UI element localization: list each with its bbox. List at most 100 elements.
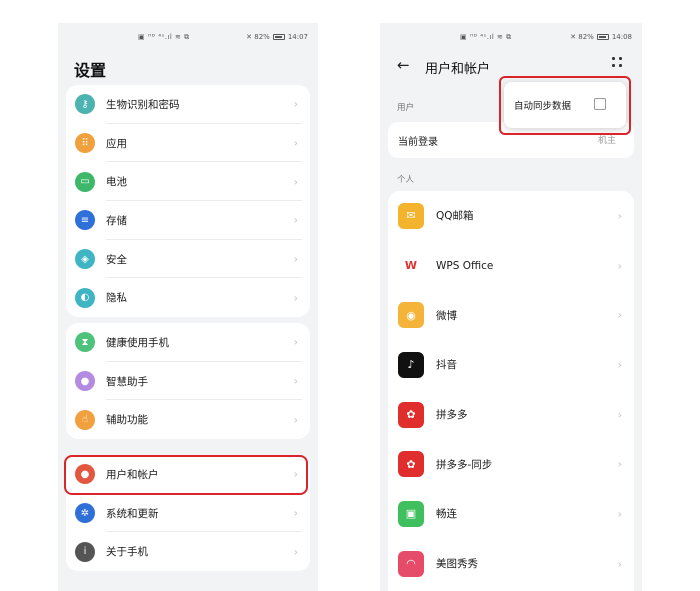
chevron-right-icon: › <box>617 507 622 521</box>
account-item[interactable]: ◉ 微博 › <box>388 290 634 340</box>
section-label-personal: 个人 <box>397 175 415 185</box>
settings-item-label: 应用 <box>106 137 127 150</box>
settings-item-label: 安全 <box>106 253 127 266</box>
settings-item[interactable]: ◈ 安全 › <box>66 240 310 279</box>
account-item[interactable]: ◠ 美图秀秀 › <box>388 539 634 589</box>
battery-percent: ✕ 82% <box>570 33 594 41</box>
account-item[interactable]: W WPS Office › <box>388 241 634 291</box>
settings-item-label: 辅助功能 <box>106 414 148 427</box>
chevron-right-icon: › <box>617 408 622 422</box>
account-item-label: 美图秀秀 <box>436 558 478 571</box>
settings-item-label: 生物识别和密码 <box>106 98 180 111</box>
chevron-right-icon: › <box>293 545 298 559</box>
page-title: 用户和帐户 <box>425 62 491 77</box>
weibo-icon: ◉ <box>398 302 424 329</box>
chevron-right-icon: › <box>617 358 622 372</box>
hand-icon: ☝ <box>75 409 95 430</box>
pinduoduo-sync-icon: ✿ <box>398 451 424 478</box>
status-bar: ▣ ᴴᴰ ⁴ˢ.ıl ≋ ⧉ ✕ 82% 14:08 <box>380 32 642 44</box>
apps-grid-icon: ⠿ <box>75 133 95 154</box>
section-label-user: 用户 <box>397 103 415 113</box>
back-arrow-icon[interactable]: ← <box>397 56 410 74</box>
hourglass-icon: ⧗ <box>75 332 95 353</box>
chevron-right-icon: › <box>293 506 298 520</box>
chevron-right-icon: › <box>617 209 622 223</box>
chevron-right-icon: › <box>293 136 298 150</box>
account-item-label: 拼多多-同步 <box>436 458 493 471</box>
account-item[interactable]: ♪ 抖音 › <box>388 340 634 390</box>
highlight-box-auto-sync <box>499 76 631 135</box>
qq-mail-icon: ✉ <box>398 202 424 229</box>
settings-item-label: 电池 <box>106 176 127 189</box>
settings-item-label: 存储 <box>106 214 127 227</box>
settings-item-label: 关于手机 <box>106 546 148 559</box>
assistant-orb-icon: ● <box>75 371 95 392</box>
highlight-box-users-accounts <box>64 455 308 495</box>
account-item-label: 畅连 <box>436 508 457 521</box>
chevron-right-icon: › <box>293 213 298 227</box>
account-item-label: WPS Office <box>436 259 494 272</box>
shield-icon: ◈ <box>75 249 95 270</box>
account-item[interactable]: ▣ 畅连 › <box>388 489 634 539</box>
wps-office-icon: W <box>398 252 424 279</box>
account-item-label: 微博 <box>436 309 457 322</box>
douyin-icon: ♪ <box>398 351 424 378</box>
current-login-label: 当前登录 <box>398 137 438 148</box>
chevron-right-icon: › <box>617 259 622 273</box>
settings-screen: ▣ ᴴᴰ ⁴ˢ.ıl ≋ ⧉ ✕ 82% 14:07 设置 ⚷ 生物识别和密码 › ⠿… <box>58 23 318 591</box>
chevron-right-icon: › <box>293 291 298 305</box>
settings-item[interactable]: ▭ 电池 › <box>66 162 310 202</box>
account-item[interactable]: ✿ 拼多多-同步 › <box>388 439 634 489</box>
settings-item[interactable]: ⚷ 生物识别和密码 › <box>66 85 310 124</box>
battery-time: ✕ 82% 14:07 <box>246 33 308 41</box>
settings-group-2: ⧗ 健康使用手机 › ● 智慧助手 › ☝ 辅助功能 › <box>66 323 310 440</box>
chevron-right-icon: › <box>617 457 622 471</box>
settings-item[interactable]: ● 智慧助手 › <box>66 362 310 401</box>
chevron-right-icon: › <box>293 335 298 349</box>
account-item[interactable]: ✉ QQ邮箱 › <box>388 191 634 241</box>
settings-item-label: 智慧助手 <box>106 375 148 388</box>
account-item[interactable]: ✿ 拼多多 › <box>388 390 634 440</box>
chevron-right-icon: › <box>293 252 298 266</box>
more-options-icon[interactable] <box>612 57 622 67</box>
chevron-right-icon: › <box>617 557 622 571</box>
chevron-right-icon: › <box>293 413 298 427</box>
account-item-label: QQ邮箱 <box>436 210 474 223</box>
chevron-right-icon: › <box>617 308 622 322</box>
account-item-label: 拼多多 <box>436 409 468 422</box>
key-icon: ⚷ <box>75 94 95 115</box>
status-time: 14:07 <box>287 33 308 41</box>
status-bar: ▣ ᴴᴰ ⁴ˢ.ıl ≋ ⧉ ✕ 82% 14:07 <box>58 32 318 44</box>
pinduoduo-icon: ✿ <box>398 401 424 428</box>
settings-item[interactable]: ☝ 辅助功能 › <box>66 400 310 439</box>
settings-item-label: 隐私 <box>106 292 127 305</box>
settings-item[interactable]: ⠿ 应用 › <box>66 124 310 163</box>
chevron-right-icon: › <box>293 175 298 189</box>
info-icon: i <box>75 541 95 562</box>
account-item-label: 抖音 <box>436 359 457 372</box>
battery-icon <box>596 34 609 40</box>
settings-item-label: 系统和更新 <box>106 507 159 520</box>
changlian-icon: ▣ <box>398 500 424 527</box>
battery-icon: ▭ <box>75 171 95 192</box>
settings-item-label: 健康使用手机 <box>106 336 169 349</box>
battery-time: ✕ 82% 14:08 <box>570 33 632 41</box>
settings-item[interactable]: ≡ 存储 › <box>66 201 310 240</box>
signal-indicators: ▣ ᴴᴰ ⁴ˢ.ıl ≋ ⧉ <box>460 33 512 41</box>
gear-icon: ✲ <box>75 503 95 524</box>
meitu-icon: ◠ <box>398 550 424 577</box>
account-app-list: ✉ QQ邮箱 › W WPS Office › ◉ 微博 › ♪ 抖音 › ✿ 拼多多 › ✿ 拼多多-同步 › ▣… <box>388 191 634 591</box>
page-title: 设置 <box>74 61 107 80</box>
status-time: 14:08 <box>611 33 632 41</box>
settings-item[interactable]: i 关于手机 › <box>66 532 310 571</box>
chevron-right-icon: › <box>293 97 298 111</box>
privacy-icon: ◐ <box>75 287 95 308</box>
chevron-right-icon: › <box>293 374 298 388</box>
settings-item[interactable]: ⧗ 健康使用手机 › <box>66 323 310 362</box>
settings-item[interactable]: ◐ 隐私 › <box>66 278 310 317</box>
storage-icon: ≡ <box>75 210 95 231</box>
settings-group-1: ⚷ 生物识别和密码 › ⠿ 应用 › ▭ 电池 › ≡ 存储 › ◈ 安全 › ◐ 隐私 › <box>66 85 310 318</box>
signal-indicators: ▣ ᴴᴰ ⁴ˢ.ıl ≋ ⧉ <box>138 33 190 41</box>
settings-item[interactable]: ✲ 系统和更新 › <box>66 494 310 533</box>
battery-icon <box>272 34 285 40</box>
